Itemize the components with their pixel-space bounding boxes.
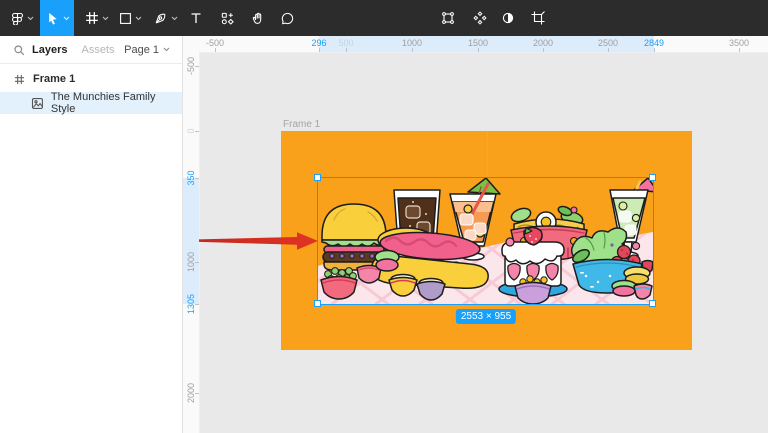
comment-bubble-icon (280, 11, 295, 26)
ruler-label-selection-end: 2849 (644, 38, 664, 48)
layer-label: Frame 1 (33, 73, 75, 85)
distance-guide-line (487, 131, 488, 178)
frame-icon (14, 74, 25, 85)
toolbar (0, 0, 768, 36)
panel-header: Layers Assets Page 1 (0, 36, 182, 64)
mask-button[interactable] (495, 0, 521, 36)
ruler-label: 3500 (729, 38, 749, 48)
ruler-label-selection-start: 296 (311, 38, 326, 48)
move-tool-button[interactable] (40, 0, 74, 36)
ruler-label: 500 (338, 38, 353, 48)
selection-bounding-box[interactable] (317, 177, 654, 305)
chevron-down-icon (171, 16, 178, 21)
ruler-label: 1000 (402, 38, 422, 48)
chevron-down-icon (102, 16, 109, 21)
crop-icon (530, 10, 546, 26)
chevron-down-icon (63, 16, 70, 21)
shape-tool-button[interactable] (113, 0, 147, 36)
resources-shapes-icon (220, 11, 235, 26)
search-icon[interactable] (12, 43, 26, 57)
main-menu-button[interactable] (6, 0, 38, 36)
layer-row-munchies[interactable]: The Munchies Family Style (0, 92, 182, 114)
ruler-label: 2500 (598, 38, 618, 48)
pen-tool-button[interactable] (148, 0, 182, 36)
text-tool-icon (189, 11, 203, 25)
ruler-label: 2000 (533, 38, 553, 48)
layer-label: The Munchies Family Style (51, 91, 182, 115)
image-icon (31, 97, 44, 110)
layers-panel: Layers Assets Page 1 Frame 1 The Munchie… (0, 36, 183, 433)
red-annotation-arrow (197, 229, 321, 253)
move-cursor-icon (45, 10, 60, 26)
mask-half-circle-icon (500, 10, 516, 26)
figma-editor: { "toolbar": { "active_tool": "move", "t… (0, 0, 768, 433)
ruler-label: -500 (206, 38, 224, 48)
layer-row-frame-1[interactable]: Frame 1 (0, 66, 182, 92)
ruler-corner (183, 36, 199, 52)
selection-handle-top-left[interactable] (314, 174, 321, 181)
tab-layers[interactable]: Layers (32, 44, 67, 56)
chevron-down-icon (135, 16, 142, 21)
hand-tool-icon (250, 11, 265, 26)
frame-title[interactable]: Frame 1 (283, 119, 320, 130)
page-selector[interactable]: Page 1 (124, 44, 170, 56)
tab-assets[interactable]: Assets (81, 44, 114, 56)
hand-tool-button[interactable] (244, 0, 270, 36)
selection-handle-top-right[interactable] (649, 174, 656, 181)
selection-handle-bottom-right[interactable] (649, 300, 656, 307)
selection-size-badge: 2553 × 955 (456, 309, 516, 324)
horizontal-ruler: -500 296 500 1000 1500 2000 2500 2849 35… (183, 36, 768, 53)
chevron-down-icon (163, 47, 170, 52)
selection-handle-bottom-left[interactable] (314, 300, 321, 307)
comment-tool-button[interactable] (274, 0, 300, 36)
chevron-down-icon (27, 16, 34, 21)
frame-tool-button[interactable] (80, 0, 114, 36)
text-tool-button[interactable] (184, 0, 208, 36)
figma-logo-icon (10, 12, 24, 25)
ruler-label: 1500 (468, 38, 488, 48)
crop-button[interactable] (525, 0, 551, 36)
frame-tool-icon (85, 11, 99, 25)
resources-tool-button[interactable] (214, 0, 240, 36)
edit-object-icon (440, 10, 456, 26)
rectangle-tool-icon (119, 12, 132, 25)
flatten-diamonds-icon (472, 10, 488, 26)
page-selector-label: Page 1 (124, 44, 159, 56)
edit-object-button[interactable] (435, 0, 461, 36)
pen-tool-icon (153, 11, 168, 26)
flatten-button[interactable] (467, 0, 493, 36)
